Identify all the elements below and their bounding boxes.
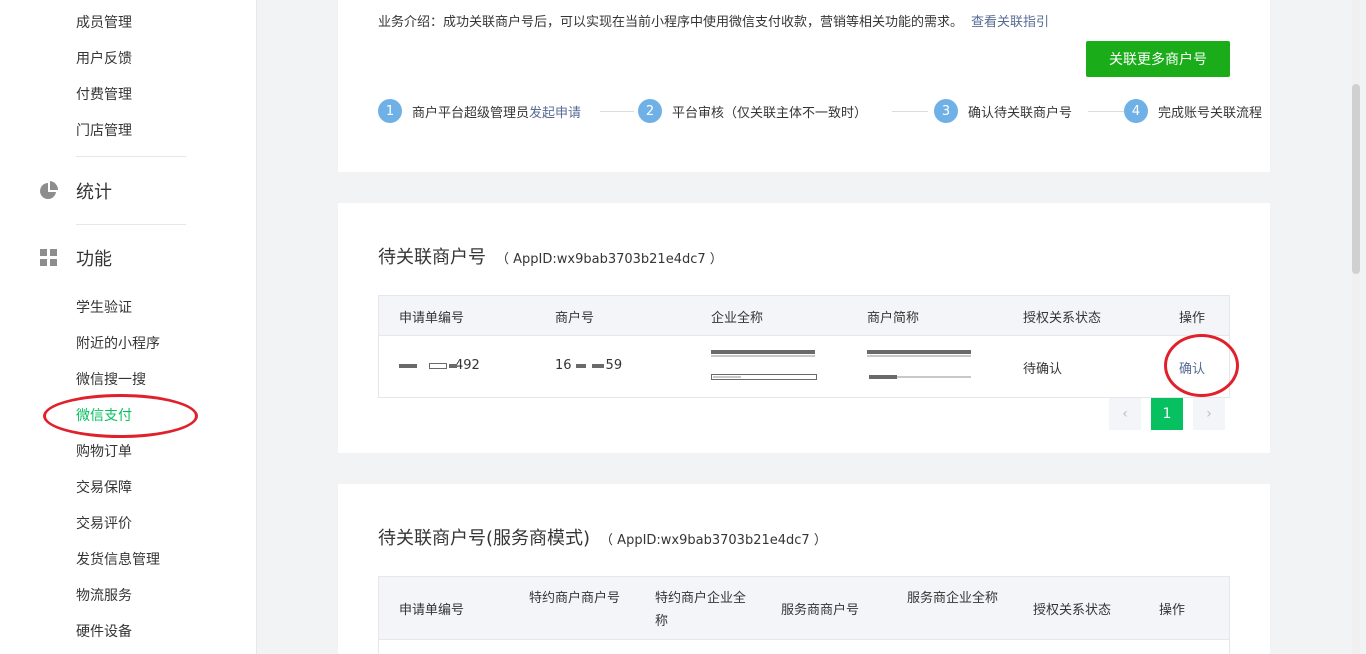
sidebar-item-logistics[interactable]: 物流服务 — [76, 586, 132, 606]
step-connector — [892, 111, 928, 112]
status-cell: 待确认 — [1023, 362, 1063, 377]
card-title: 待关联商户号 （ AppID:wx9bab3703b21e4dc7 ） — [378, 243, 723, 269]
step-number: 2 — [638, 99, 662, 123]
pagination: ‹ 1 › — [1109, 398, 1225, 430]
sidebar-item-wechat-search[interactable]: 微信搜一搜 — [76, 370, 146, 390]
step-connector — [1088, 111, 1124, 112]
table-row: 492 16 59 待确认 确认 — [379, 336, 1229, 397]
pending-merchants-card: 待关联商户号 （ AppID:wx9bab3703b21e4dc7 ） 申请单编号… — [338, 203, 1270, 453]
appid-label: （ AppID:wx9bab3703b21e4dc7 ） — [600, 533, 827, 548]
column-header: 商户简称 — [867, 311, 920, 326]
grid-icon — [38, 247, 60, 269]
apply-link[interactable]: 发起申请 — [529, 102, 581, 121]
column-header: 特约商户企业全称 — [655, 591, 747, 629]
next-page-button[interactable]: › — [1193, 398, 1225, 430]
step-2: 2 平台审核（仅关联主体不一致时） — [638, 97, 867, 125]
pending-merchants-table: 申请单编号 商户号 企业全称 商户简称 授权关系状态 操作 492 16 59 … — [378, 295, 1230, 398]
table-header: 申请单编号 特约商户商户号 特约商户企业全称 服务商商户号 服务商企业全称 授权… — [379, 577, 1229, 640]
column-header: 服务商商户号 — [781, 603, 860, 618]
service-merchants-card: 待关联商户号(服务商模式) （ AppID:wx9bab3703b21e4dc7 … — [338, 484, 1270, 654]
column-header: 服务商企业全称 — [907, 591, 999, 606]
column-header: 商户号 — [555, 311, 595, 326]
pie-chart-icon — [38, 180, 60, 202]
column-header: 申请单编号 — [399, 311, 465, 326]
scrollbar[interactable] — [1352, 0, 1360, 654]
column-header: 特约商户商户号 — [529, 591, 621, 606]
column-header: 授权关系状态 — [1023, 311, 1102, 326]
sidebar-item-wechat-pay[interactable]: 微信支付 — [76, 406, 132, 426]
step-number: 1 — [378, 99, 402, 123]
step-connector — [600, 111, 634, 112]
page-1-button[interactable]: 1 — [1151, 398, 1183, 430]
column-header: 操作 — [1159, 603, 1186, 618]
business-intro: 业务介绍：成功关联商户号后，可以实现在当前小程序中使用微信支付收款，营销等相关功… — [378, 11, 1049, 30]
service-merchants-table: 申请单编号 特约商户商户号 特约商户企业全称 服务商商户号 服务商企业全称 授权… — [378, 576, 1230, 654]
order-number-cell: 492 — [399, 358, 480, 373]
sidebar-item-shopping-orders[interactable]: 购物订单 — [76, 442, 132, 462]
pending-title: 待关联商户号 — [378, 247, 486, 268]
redacted-block — [572, 361, 606, 371]
merchant-short-name-cell — [867, 348, 977, 384]
step-3: 3 确认待关联商户号 — [934, 97, 1072, 125]
step-text: 确认待关联商户号 — [968, 105, 1073, 121]
step-4: 4 完成账号关联流程 — [1124, 97, 1262, 125]
column-header: 企业全称 — [711, 311, 764, 326]
sidebar-item-members[interactable]: 成员管理 — [76, 13, 132, 33]
sidebar-section-stats[interactable]: 统计 — [38, 177, 112, 205]
step-number: 4 — [1124, 99, 1148, 123]
step-text: 完成账号关联流程 — [1158, 105, 1263, 121]
sidebar-section-label: 功能 — [76, 249, 112, 270]
step-text: 商户平台超级管理员 — [412, 105, 530, 121]
steps: 1 商户平台超级管理员 发起申请 2 平台审核（仅关联主体不一致时） 3 确认待关… — [378, 97, 1262, 125]
card-title: 待关联商户号(服务商模式) （ AppID:wx9bab3703b21e4dc7 … — [378, 524, 827, 550]
scrollbar-thumb[interactable] — [1352, 84, 1360, 274]
sidebar-section-label: 统计 — [76, 182, 112, 203]
sidebar-section-features[interactable]: 功能 — [38, 244, 112, 272]
sidebar-item-payment-management[interactable]: 付费管理 — [76, 85, 132, 105]
column-header: 申请单编号 — [399, 603, 465, 618]
appid-label: （ AppID:wx9bab3703b21e4dc7 ） — [496, 252, 723, 267]
merchant-number-start: 16 — [555, 358, 572, 373]
sidebar-item-hardware[interactable]: 硬件设备 — [76, 622, 132, 642]
table-header: 申请单编号 商户号 企业全称 商户简称 授权关系状态 操作 — [379, 296, 1229, 336]
sidebar-divider — [76, 224, 186, 225]
redacted-block — [399, 361, 457, 371]
link-more-merchants-button[interactable]: 关联更多商户号 — [1086, 41, 1230, 77]
column-header: 授权关系状态 — [1033, 603, 1112, 618]
merchant-number-end: 59 — [605, 358, 623, 373]
confirm-link[interactable]: 确认 — [1179, 358, 1205, 377]
step-1: 1 商户平台超级管理员 发起申请 — [378, 97, 581, 125]
sidebar-item-feedback[interactable]: 用户反馈 — [76, 49, 132, 69]
sidebar-item-nearby-miniprogram[interactable]: 附近的小程序 — [76, 334, 160, 354]
sidebar-item-student-verify[interactable]: 学生验证 — [76, 298, 132, 318]
step-text: 平台审核（仅关联主体不一致时） — [672, 105, 868, 121]
sidebar-item-trade-guarantee[interactable]: 交易保障 — [76, 478, 132, 498]
order-number-end: 492 — [455, 358, 480, 373]
intro-text: 业务介绍：成功关联商户号后，可以实现在当前小程序中使用微信支付收款，营销等相关功… — [378, 15, 964, 30]
prev-page-button[interactable]: ‹ — [1109, 398, 1141, 430]
sidebar-divider — [76, 156, 186, 157]
step-number: 3 — [934, 99, 958, 123]
service-title: 待关联商户号(服务商模式) — [378, 528, 591, 549]
sidebar-item-trade-reviews[interactable]: 交易评价 — [76, 514, 132, 534]
sidebar-item-stores[interactable]: 门店管理 — [76, 121, 132, 141]
sidebar-item-shipping-info[interactable]: 发货信息管理 — [76, 550, 160, 570]
sidebar: 成员管理 用户反馈 付费管理 门店管理 统计 功能 学生验证 附近的小程序 微信… — [0, 0, 257, 654]
intro-card: 业务介绍：成功关联商户号后，可以实现在当前小程序中使用微信支付收款，营销等相关功… — [338, 0, 1270, 172]
company-name-cell — [711, 348, 821, 384]
guide-link[interactable]: 查看关联指引 — [971, 15, 1049, 30]
merchant-number-cell: 16 59 — [555, 358, 622, 373]
column-header: 操作 — [1179, 311, 1206, 326]
